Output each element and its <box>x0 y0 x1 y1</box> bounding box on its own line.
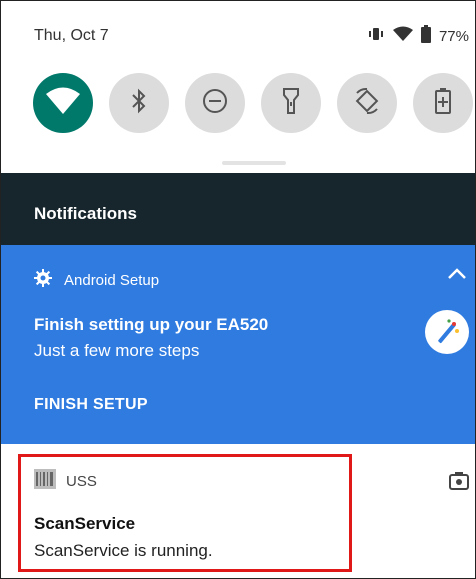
tile-wifi[interactable] <box>33 73 93 133</box>
flashlight-icon <box>281 87 301 120</box>
phone-screen: Thu, Oct 7 77% Notifications Android Set… <box>0 0 476 579</box>
notifications-header: Notifications <box>1 173 475 245</box>
setup-subtitle: Just a few more steps <box>34 341 200 360</box>
camera-icon[interactable] <box>449 472 469 495</box>
drag-handle[interactable] <box>222 161 286 165</box>
notification-uss[interactable]: USS ScanService ScanService is running. <box>1 444 475 578</box>
setup-app-header: Android Setup <box>34 269 159 291</box>
uss-app-name: USS <box>66 472 97 490</box>
notification-android-setup[interactable]: Android Setup Finish setting up your EA5… <box>1 245 475 444</box>
quick-settings-panel: Thu, Oct 7 77% <box>1 1 475 171</box>
chevron-up-icon[interactable] <box>447 267 467 285</box>
notifications-title: Notifications <box>34 204 137 223</box>
status-icons: 77% <box>367 25 469 47</box>
rotate-icon <box>353 87 381 120</box>
battery-percent: 77% <box>438 27 469 45</box>
vibrate-icon <box>367 26 385 46</box>
setup-app-name: Android Setup <box>64 271 160 289</box>
uss-title: ScanService <box>34 514 136 533</box>
bluetooth-icon <box>129 88 149 119</box>
tile-battery-saver[interactable] <box>413 73 473 133</box>
barcode-icon <box>34 469 56 493</box>
battery-saver-icon <box>435 87 451 119</box>
uss-app-header: USS <box>34 469 97 493</box>
uss-text: ScanService is running. <box>34 541 213 560</box>
do-not-disturb-icon <box>202 88 228 119</box>
wifi-signal-icon <box>392 26 413 46</box>
magic-wand-icon <box>425 310 469 354</box>
setup-title: Finish setting up your EA520 <box>34 315 269 334</box>
status-date: Thu, Oct 7 <box>34 27 109 44</box>
tile-auto-rotate[interactable] <box>337 73 397 133</box>
gear-icon <box>34 269 52 291</box>
tile-do-not-disturb[interactable] <box>185 73 245 133</box>
battery-icon <box>420 25 431 47</box>
wifi-icon <box>46 87 80 120</box>
quick-settings-tiles <box>33 73 473 133</box>
tile-flashlight[interactable] <box>261 73 321 133</box>
tile-bluetooth[interactable] <box>109 73 169 133</box>
finish-setup-button[interactable]: FINISH SETUP <box>34 396 148 414</box>
